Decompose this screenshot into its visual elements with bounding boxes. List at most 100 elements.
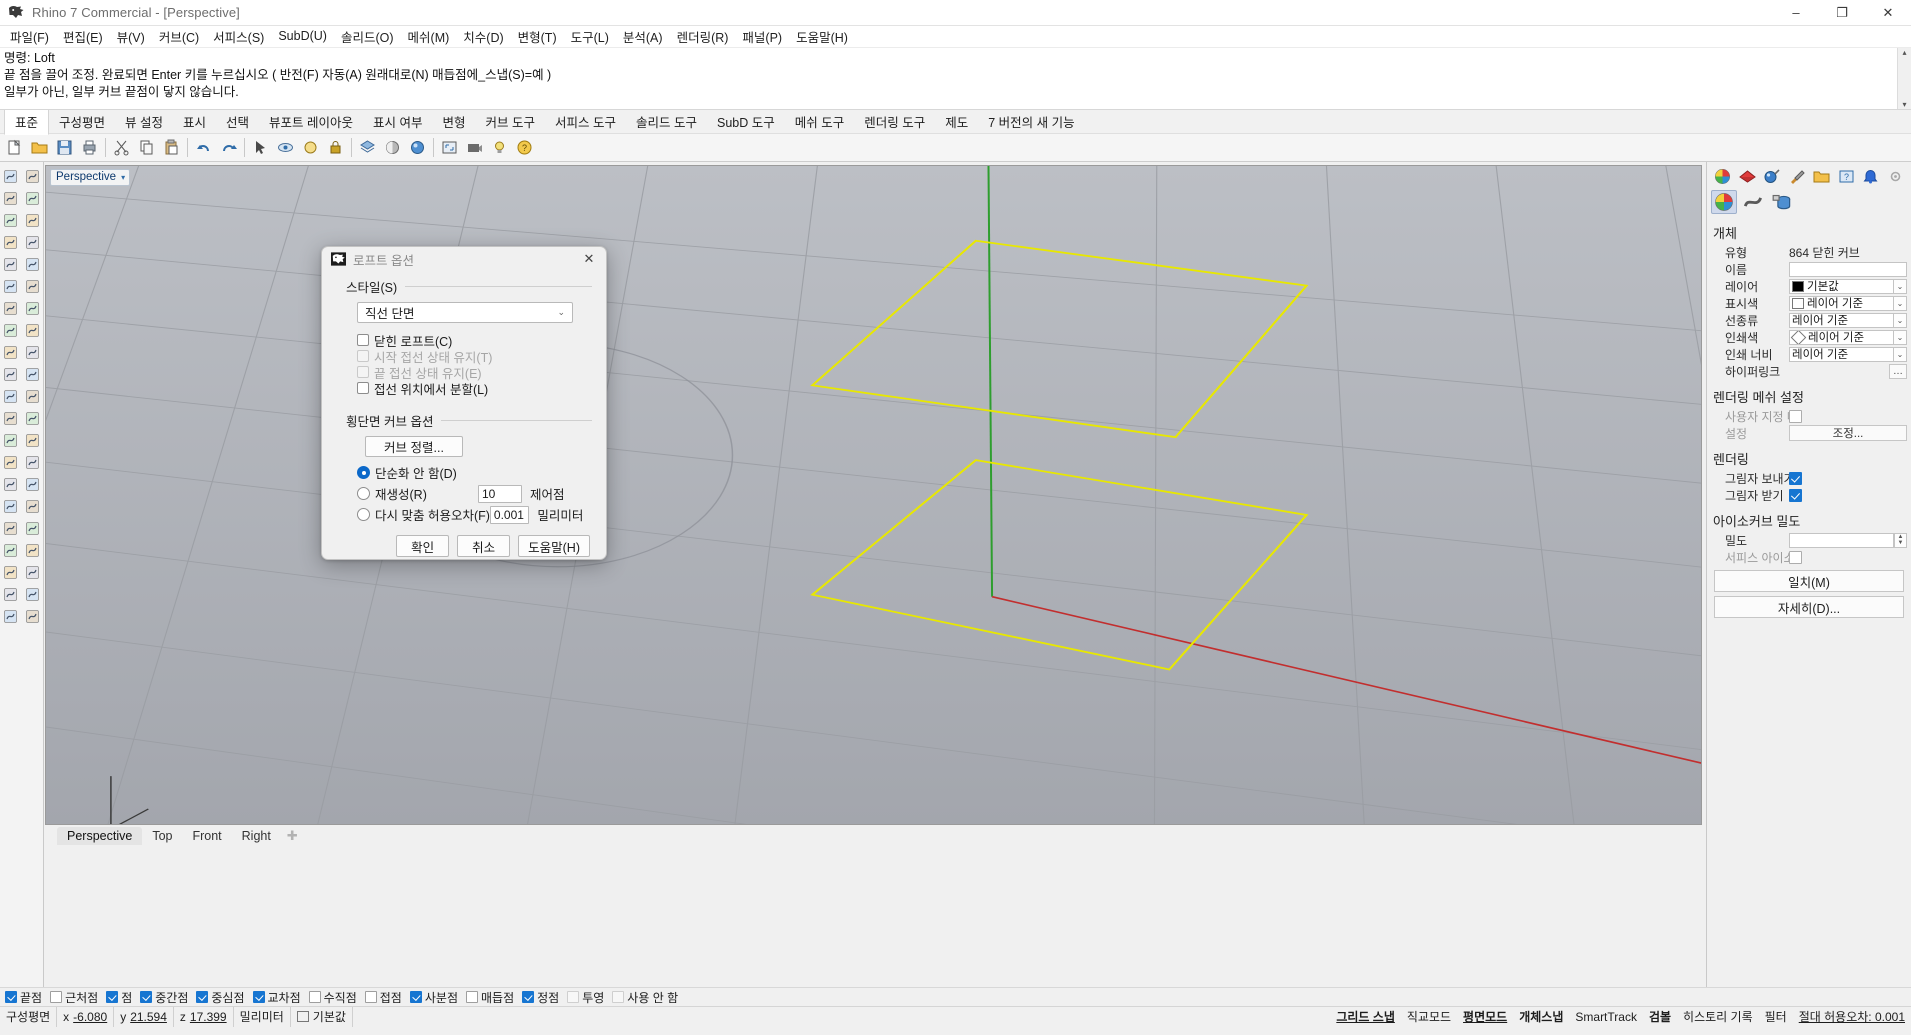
current-layer[interactable]: 기본값 xyxy=(291,1006,353,1027)
curve-icon[interactable] xyxy=(0,209,22,231)
ribbon-tab-3[interactable]: 표시 xyxy=(173,109,216,134)
osnap-3[interactable]: 중간점 xyxy=(138,989,193,1006)
cancel-button[interactable]: 취소 xyxy=(457,535,511,557)
chevron-down-icon[interactable]: ⌄ xyxy=(557,307,565,318)
menu-item-4[interactable]: 서피스(S) xyxy=(206,25,271,49)
explode-icon[interactable] xyxy=(0,583,22,605)
style-dropdown[interactable]: 직선 단면 ⌄ xyxy=(357,302,573,323)
panel-row-checkbox[interactable] xyxy=(1789,550,1802,564)
osnap-8[interactable]: 사분점 xyxy=(408,989,463,1006)
loft-radio-row-2[interactable]: 다시 맞춤 허용오차(F) 0.001 밀리미터 xyxy=(357,504,592,525)
status-toggle-4[interactable]: SmartTrack xyxy=(1569,1010,1643,1024)
mirror-icon[interactable] xyxy=(22,495,44,517)
panel-row-checkbox[interactable] xyxy=(1789,488,1802,502)
extrude-icon[interactable] xyxy=(0,319,22,341)
menu-item-8[interactable]: 치수(D) xyxy=(456,25,510,49)
osnap-checkbox[interactable] xyxy=(50,991,63,1003)
render-properties-icon[interactable] xyxy=(1769,190,1795,214)
snap-icon[interactable] xyxy=(22,605,44,627)
polygon-icon[interactable] xyxy=(22,253,44,275)
status-toggle-7[interactable]: 필터 xyxy=(1759,1008,1793,1025)
save-file-icon[interactable] xyxy=(52,135,77,160)
loft-radio-button[interactable] xyxy=(357,487,370,500)
copy-icon[interactable] xyxy=(134,135,159,160)
ribbon-tab-10[interactable]: 솔리드 도구 xyxy=(626,109,707,134)
box-icon[interactable] xyxy=(0,341,22,363)
menu-item-12[interactable]: 렌더링(R) xyxy=(670,25,736,49)
chevron-down-icon[interactable]: ⌄ xyxy=(1893,312,1907,328)
menu-item-3[interactable]: 커브(C) xyxy=(152,25,206,49)
loft-checkbox[interactable] xyxy=(357,366,369,378)
osnap-checkbox[interactable] xyxy=(196,991,209,1003)
print-icon[interactable] xyxy=(77,135,102,160)
panel-row-combo[interactable]: 레이어 기준 ⌄ xyxy=(1789,329,1907,345)
paste-icon[interactable] xyxy=(159,135,184,160)
panel-row-input[interactable] xyxy=(1789,532,1894,548)
panel-row-combo[interactable]: 레이어 기준 ⌄ xyxy=(1789,312,1907,328)
status-toggle-6[interactable]: 히스토리 기록 xyxy=(1677,1008,1759,1025)
leader-icon[interactable] xyxy=(22,517,44,539)
arc-icon[interactable] xyxy=(22,209,44,231)
rotate-icon[interactable] xyxy=(22,473,44,495)
move-icon[interactable] xyxy=(0,473,22,495)
perspective-viewport[interactable]: Perspective ▾ xyxy=(45,165,1702,825)
cplane-label[interactable]: 구성평면 xyxy=(0,1006,58,1027)
display-brush-icon[interactable] xyxy=(1785,166,1808,186)
chevron-down-icon[interactable]: ⌄ xyxy=(1893,295,1907,311)
surface-plane-icon[interactable] xyxy=(0,297,22,319)
menu-item-13[interactable]: 패널(P) xyxy=(735,25,789,49)
loft-radio-input[interactable]: 10 xyxy=(478,484,522,503)
osnap-checkbox[interactable] xyxy=(522,991,535,1003)
shade-icon[interactable] xyxy=(380,135,405,160)
ribbon-tab-1[interactable]: 구성평면 xyxy=(49,109,115,134)
scale-icon[interactable] xyxy=(0,495,22,517)
status-toggle-3[interactable]: 개체스냅 xyxy=(1513,1008,1569,1025)
offset-icon[interactable] xyxy=(0,451,22,473)
ribbon-tab-9[interactable]: 서피스 도구 xyxy=(545,109,626,134)
menu-item-0[interactable]: 파일(F) xyxy=(3,25,56,49)
curve-properties-icon[interactable] xyxy=(1740,190,1766,214)
loft-radio-row-1[interactable]: 재생성(R) 10 제어점 xyxy=(357,483,592,504)
osnap-5[interactable]: 교차점 xyxy=(251,989,306,1006)
light-icon[interactable] xyxy=(487,135,512,160)
panel-row-checkbox[interactable] xyxy=(1789,409,1802,423)
ribbon-tab-5[interactable]: 뷰포트 레이아웃 xyxy=(259,109,363,134)
osnap-checkbox[interactable] xyxy=(612,991,625,1003)
split-icon[interactable] xyxy=(22,429,44,451)
properties-color-icon[interactable] xyxy=(1711,166,1734,186)
new-file-icon[interactable] xyxy=(2,135,27,160)
panel-row-combo[interactable]: 기본값 ⌄ xyxy=(1789,278,1907,294)
lock-icon[interactable] xyxy=(323,135,348,160)
loft-radio-button[interactable] xyxy=(357,466,370,479)
loft-radio-button[interactable] xyxy=(357,508,370,521)
status-toggle-2[interactable]: 평면모드 xyxy=(1457,1008,1513,1025)
help-panel-icon[interactable]: ? xyxy=(1835,166,1858,186)
trim-icon[interactable] xyxy=(0,429,22,451)
viewport-tab-perspective[interactable]: Perspective xyxy=(57,827,143,845)
menu-item-5[interactable]: SubD(U) xyxy=(271,27,334,46)
folder-icon[interactable] xyxy=(1810,166,1833,186)
status-toggle-0[interactable]: 그리드 스냅 xyxy=(1330,1008,1401,1025)
loft-checkbox[interactable] xyxy=(357,350,369,362)
line-icon[interactable] xyxy=(0,187,22,209)
panel-row-combo[interactable]: 레이어 기준 ⌄ xyxy=(1789,346,1907,362)
menu-item-11[interactable]: 분석(A) xyxy=(616,25,670,49)
add-viewport-tab-icon[interactable]: ✚ xyxy=(281,826,304,846)
notification-bell-icon[interactable] xyxy=(1860,166,1883,186)
dimension-icon[interactable] xyxy=(0,517,22,539)
rectangle-icon[interactable] xyxy=(0,253,22,275)
menu-item-7[interactable]: 메쉬(M) xyxy=(401,25,457,49)
revolve-icon[interactable] xyxy=(22,319,44,341)
loft-checkbox-row-3[interactable]: 접선 위치에서 분할(L) xyxy=(357,380,592,397)
osnap-6[interactable]: 수직점 xyxy=(307,989,362,1006)
spinner-arrows-icon[interactable]: ▲ ▼ xyxy=(1894,532,1907,548)
panel-row-combo[interactable]: 레이어 기준 ⌄ xyxy=(1789,295,1907,311)
minimize-button[interactable]: – xyxy=(1773,0,1819,26)
ribbon-tab-8[interactable]: 커브 도구 xyxy=(476,109,545,134)
menu-item-9[interactable]: 변형(T) xyxy=(511,25,564,49)
osnap-checkbox[interactable] xyxy=(106,991,119,1003)
ribbon-tab-15[interactable]: 7 버전의 새 기능 xyxy=(978,109,1084,134)
materials-icon[interactable] xyxy=(1761,166,1784,186)
join-icon[interactable] xyxy=(22,583,44,605)
chamfer-icon[interactable] xyxy=(22,407,44,429)
